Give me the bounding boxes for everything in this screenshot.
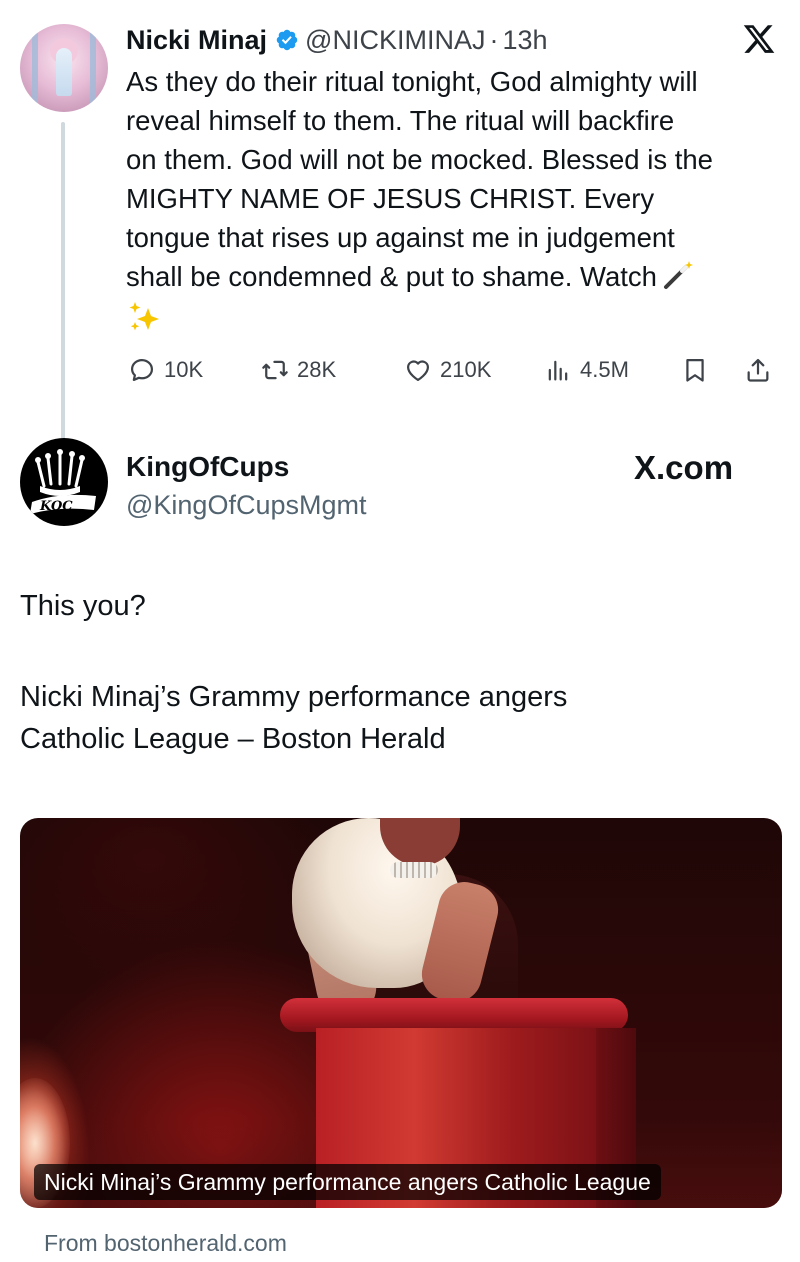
magic-wand-emoji [663, 261, 693, 289]
link-card-caption[interactable]: Nicki Minaj’s Grammy performance angers … [34, 1164, 661, 1200]
view-count: 4.5M [580, 357, 629, 382]
bookmark-button[interactable] [681, 350, 709, 390]
repost-button[interactable]: 28K [261, 350, 336, 390]
main-tweet-line2: Nicki Minaj’s Grammy performance angers … [20, 681, 568, 755]
avatar-pillar-right [90, 32, 96, 104]
author-name[interactable]: Nicki Minaj [126, 22, 267, 58]
x-com-watermark: X.com [634, 448, 733, 488]
tweet-body: As they do their ritual tonight, God alm… [126, 66, 713, 292]
repost-count: 28K [297, 357, 337, 382]
nicki-minaj-avatar[interactable] [20, 24, 108, 112]
share-icon [747, 358, 769, 382]
podium-top [280, 998, 628, 1032]
tweet-action-bar: 10K 28K 210K 4.5M [126, 350, 786, 390]
x-com-text: X.com [634, 449, 734, 486]
views-button[interactable]: 4.5M [544, 350, 629, 390]
reply-icon [130, 358, 154, 382]
heart-icon [406, 360, 430, 382]
share-button[interactable] [744, 350, 772, 390]
crown-logo-icon: KOC [30, 449, 96, 514]
views-chart-icon [548, 360, 568, 381]
sparkles-emoji [129, 302, 159, 331]
main-author-handle[interactable]: @KingOfCupsMgmt [126, 488, 366, 522]
x-logo-icon [743, 25, 775, 53]
avatar-figure-body [56, 48, 72, 96]
main-author-name[interactable]: KingOfCups [126, 450, 289, 484]
verified-badge-icon [276, 29, 298, 51]
reply-count: 10K [164, 357, 204, 382]
quoted-tweet-header: Nicki Minaj @NICKIMINAJ · 13h [126, 22, 548, 58]
author-handle[interactable]: @NICKIMINAJ [305, 22, 485, 58]
performer-necklace [390, 862, 438, 878]
svg-text:KOC: KOC [39, 499, 73, 514]
meta-separator: · [489, 25, 499, 55]
main-tweet-line1: This you? [20, 590, 146, 622]
link-card-image[interactable] [20, 818, 782, 1208]
quoted-tweet-text: As they do their ritual tonight, God alm… [126, 62, 786, 296]
kingofcups-avatar[interactable]: KOC [20, 438, 108, 526]
link-card-source[interactable]: From bostonherald.com [44, 1228, 287, 1258]
like-button[interactable]: 210K [404, 350, 491, 390]
reply-button[interactable]: 10K [128, 350, 203, 390]
bookmark-icon [686, 358, 704, 382]
like-count: 210K [440, 357, 492, 382]
repost-icon [262, 360, 288, 380]
avatar-pillar-left [32, 32, 38, 104]
thread-connector-line [61, 122, 65, 444]
tweet-time[interactable]: 13h [502, 22, 547, 58]
